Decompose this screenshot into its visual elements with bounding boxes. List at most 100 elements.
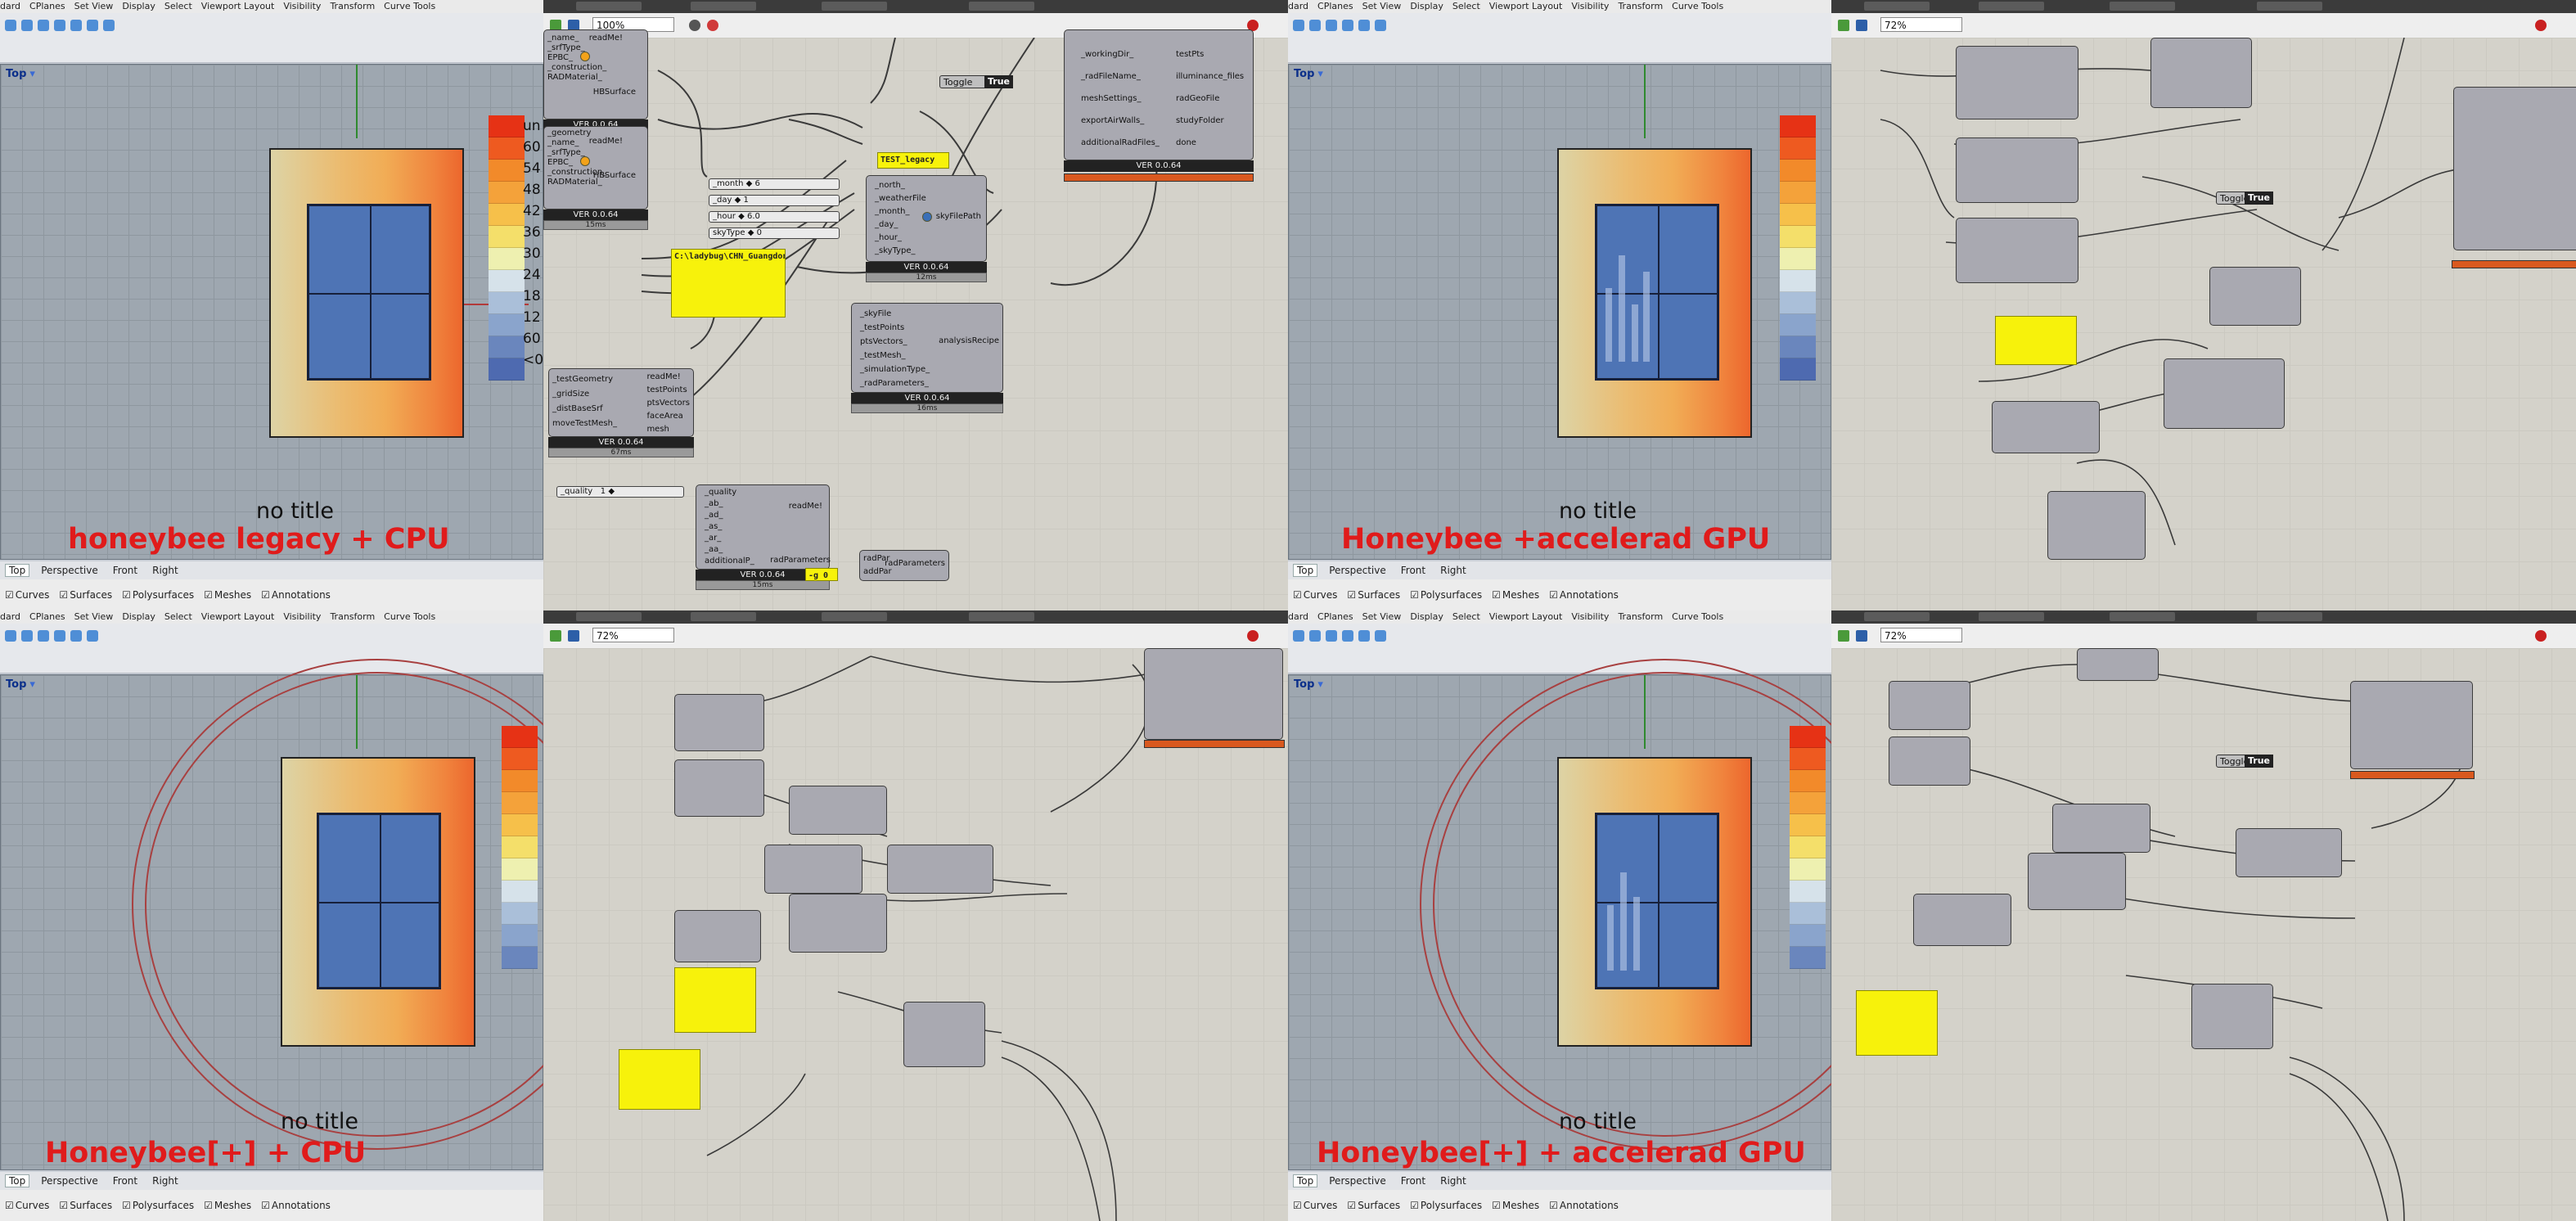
viewport-label[interactable]: Top ▾ xyxy=(1294,678,1323,691)
toolbar-icon[interactable] xyxy=(21,630,33,642)
menu-item[interactable]: Display xyxy=(1410,1,1443,11)
toolbar-icon[interactable] xyxy=(1293,20,1304,31)
menu-item[interactable]: Display xyxy=(122,611,155,622)
gh-tab[interactable] xyxy=(1979,612,2044,621)
menu-item[interactable]: Viewport Layout xyxy=(1489,611,1563,622)
menu-item[interactable]: CPlanes xyxy=(1317,611,1353,622)
top-viewport[interactable]: Top ▾ un 60 54 48 42 36 30 24 18 12 60 <… xyxy=(0,64,543,560)
hb-surface-node[interactable] xyxy=(1956,137,2078,203)
menu-item[interactable]: CPlanes xyxy=(1317,1,1353,11)
menu-item[interactable]: Viewport Layout xyxy=(201,1,275,11)
toolbar-icon[interactable] xyxy=(5,20,16,31)
open-file-icon[interactable] xyxy=(1838,20,1849,31)
menu-item[interactable]: dard xyxy=(0,611,20,622)
url-panel[interactable] xyxy=(619,1049,700,1110)
top-viewport[interactable]: Top ▾ no title Honeybee +accelerad GPU xyxy=(1288,64,1831,560)
gh-canvas[interactable] xyxy=(543,648,1288,1221)
menu-item[interactable]: Curve Tools xyxy=(384,1,435,11)
hb-surface-node[interactable]: _name_ _srfType_ EPBC_ _construction_ RADMat… xyxy=(543,29,648,140)
toolbar-icon[interactable] xyxy=(54,630,65,642)
grid-based-node[interactable] xyxy=(1913,894,2011,946)
snap-polysurfaces[interactable]: Polysurfaces xyxy=(122,1200,194,1211)
analysis-grid-node[interactable] xyxy=(789,894,887,953)
menu-item[interactable]: Curve Tools xyxy=(1672,611,1723,622)
hb-surface-node[interactable] xyxy=(1956,218,2078,283)
boolean-toggle[interactable]: Toggle True xyxy=(939,75,1013,88)
rad-parameters-node[interactable] xyxy=(2047,491,2146,560)
sky-file-node[interactable]: _north_ _weatherFile _month_ _day_ _hour_ _sk… xyxy=(866,175,987,282)
menu-item[interactable]: Set View xyxy=(74,1,114,11)
snap-polysurfaces[interactable]: Polysurfaces xyxy=(1410,1200,1482,1211)
tab-front[interactable]: Front xyxy=(110,1175,141,1187)
hb-surface-node[interactable]: _geometry _name_ _srfType_ EPBC_ _constructi… xyxy=(543,126,648,230)
run-simulation-node[interactable]: _workingDir_ _radFileName_ meshSettings_ ex… xyxy=(1064,29,1254,172)
hb-surface-node[interactable] xyxy=(1889,681,1970,730)
toolbar-icon[interactable] xyxy=(1293,630,1304,642)
toolbar-icon[interactable] xyxy=(70,630,82,642)
menu-item[interactable]: dard xyxy=(1288,611,1308,622)
gh-tab[interactable] xyxy=(1979,2,2044,11)
zoom-dropdown[interactable]: 72% xyxy=(592,628,674,642)
snap-surfaces[interactable]: Surfaces xyxy=(1347,1200,1400,1211)
boolean-toggle[interactable]: Toggle True xyxy=(2216,191,2273,205)
tab-perspective[interactable]: Perspective xyxy=(38,565,101,576)
run-simulation-node[interactable] xyxy=(1144,648,1283,740)
tab-right[interactable]: Right xyxy=(1437,1175,1470,1187)
viewport-label[interactable]: Top ▾ xyxy=(6,68,35,80)
gh-tab[interactable] xyxy=(1864,612,1930,621)
rad-parameters-node[interactable]: _quality _ab_ _ad_ _as_ _ar_ _aa_ additionalP_… xyxy=(696,484,831,590)
menu-item[interactable]: Set View xyxy=(74,611,114,622)
analysis-grid-node[interactable] xyxy=(789,786,887,835)
menu-item[interactable]: CPlanes xyxy=(29,1,65,11)
menu-item[interactable]: Visibility xyxy=(283,611,321,622)
menu-item[interactable]: Set View xyxy=(1362,1,1402,11)
menu-item[interactable]: dard xyxy=(0,1,20,11)
gh-tab[interactable] xyxy=(2110,2,2175,11)
tab-perspective[interactable]: Perspective xyxy=(38,1175,101,1187)
hb-surface-node[interactable] xyxy=(2150,38,2252,108)
gh-canvas[interactable]: _name_ _srfType_ EPBC_ _construction_ RADMat… xyxy=(543,29,1288,610)
hb-surface-node[interactable] xyxy=(2077,648,2159,681)
snap-annotations[interactable]: Annotations xyxy=(1549,1200,1619,1211)
tab-front[interactable]: Front xyxy=(1398,565,1429,576)
tab-top[interactable]: Top xyxy=(5,564,30,577)
menu-item[interactable]: Visibility xyxy=(1571,611,1609,622)
menu-item[interactable]: Transform xyxy=(1618,611,1663,622)
gh-tab[interactable] xyxy=(691,612,756,621)
toolbar-icon[interactable] xyxy=(87,20,98,31)
save-file-icon[interactable] xyxy=(1856,630,1867,642)
menu-item[interactable]: Select xyxy=(1452,611,1480,622)
menu-item[interactable]: Visibility xyxy=(1571,1,1609,11)
run-simulation-node[interactable] xyxy=(2453,87,2576,250)
menu-item[interactable]: Display xyxy=(1410,611,1443,622)
save-file-icon[interactable] xyxy=(1856,20,1867,31)
analysis-grid-node[interactable] xyxy=(764,845,862,894)
toolbar-icon[interactable] xyxy=(1375,20,1386,31)
bake-icon[interactable] xyxy=(1247,630,1259,642)
top-viewport[interactable]: Top ▾ no title Honeybee[+] + accelerad GP… xyxy=(1288,659,1831,1170)
epw-path-panel[interactable] xyxy=(674,967,756,1033)
analysis-recipe-node[interactable] xyxy=(887,845,993,894)
hb-surface-node[interactable] xyxy=(674,759,764,817)
epw-path-panel[interactable]: C:\ladybug\CHN_Guangdong_Guangzhou.59287… xyxy=(671,249,786,318)
viewport-label[interactable]: Top ▾ xyxy=(6,678,35,691)
gh-tab[interactable] xyxy=(822,2,887,11)
toolbar-icon[interactable] xyxy=(21,20,33,31)
gh-canvas[interactable]: Toggle True xyxy=(1831,38,2576,610)
tab-top[interactable]: Top xyxy=(5,1174,30,1187)
gh-tab[interactable] xyxy=(1864,2,1930,11)
menu-item[interactable]: CPlanes xyxy=(29,611,65,622)
snap-annotations[interactable]: Annotations xyxy=(261,1200,331,1211)
save-file-icon[interactable] xyxy=(568,630,579,642)
snap-meshes[interactable]: Meshes xyxy=(204,1200,251,1211)
snap-curves[interactable]: Curves xyxy=(5,1200,50,1211)
open-file-icon[interactable] xyxy=(550,630,561,642)
gh-tab[interactable] xyxy=(576,2,642,11)
top-viewport[interactable]: Top ▾ no title Honeybee[+] + CPU xyxy=(0,659,543,1170)
toolbar-icon[interactable] xyxy=(1342,20,1353,31)
analysis-recipe-node[interactable] xyxy=(2164,358,2285,429)
toolbar-icon[interactable] xyxy=(1342,630,1353,642)
bake-icon[interactable] xyxy=(2535,630,2547,642)
toolbar-icon[interactable] xyxy=(54,20,65,31)
snap-surfaces[interactable]: Surfaces xyxy=(59,1200,112,1211)
